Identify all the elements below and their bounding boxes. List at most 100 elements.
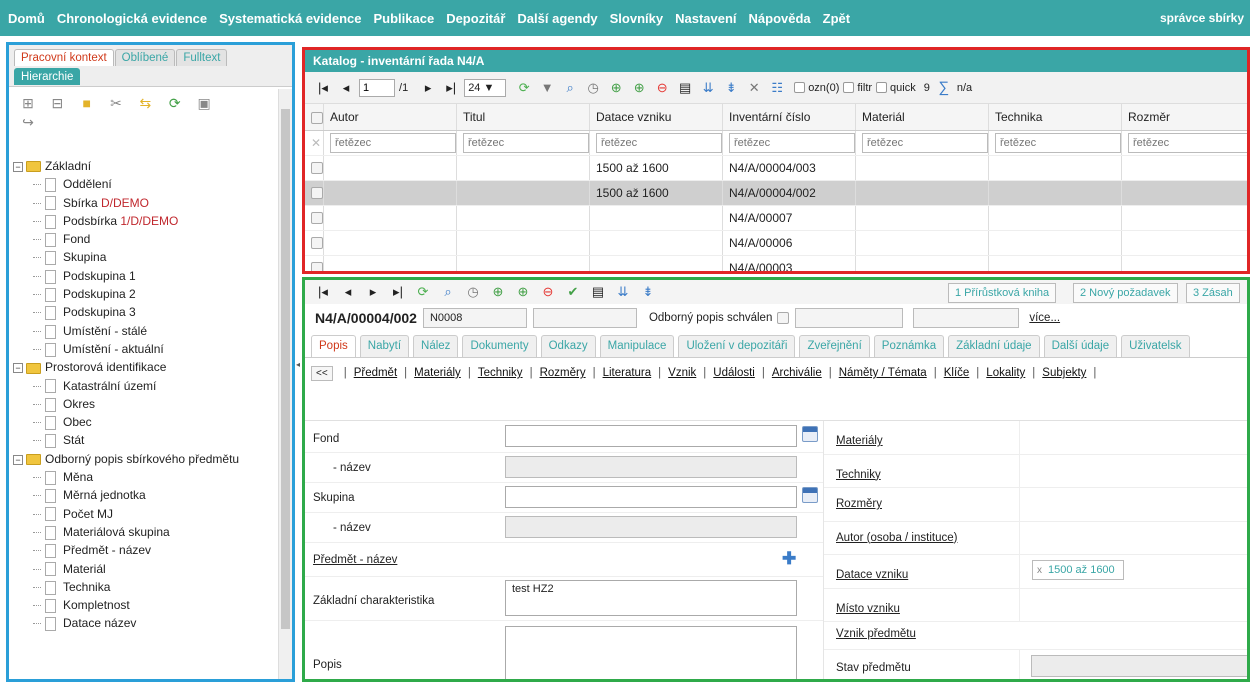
section-link[interactable]: Vznik <box>668 367 696 379</box>
skupina-input[interactable] <box>505 486 797 508</box>
prev-page-icon[interactable]: ◂ <box>336 80 356 96</box>
section-link[interactable]: Techniky <box>478 367 523 379</box>
filter-titul[interactable] <box>463 132 589 153</box>
fond-picker-icon[interactable] <box>802 426 818 442</box>
page-input[interactable] <box>359 78 395 97</box>
tree-group[interactable]: − Odborný popis sbírkového předmětu <box>9 450 279 468</box>
tree-item[interactable]: Podskupina 2 <box>9 285 279 303</box>
datace-link[interactable]: Datace vzniku <box>836 569 908 581</box>
detail-tab[interactable]: Dokumenty <box>462 335 537 357</box>
table-cell[interactable] <box>1121 255 1247 271</box>
sort-alt-icon[interactable]: ⇟ <box>721 80 741 96</box>
tree-group[interactable]: − Prostorová identifikace <box>9 358 279 376</box>
section-link[interactable]: Materiály <box>414 367 461 379</box>
first-record-icon[interactable]: |◂ <box>313 284 333 300</box>
tree-item[interactable]: Umístění - stálé <box>9 322 279 340</box>
zasah-button[interactable]: 3 Zásah <box>1186 283 1240 303</box>
ozn-checkbox[interactable] <box>794 82 806 93</box>
more-link[interactable]: více... <box>1029 312 1060 324</box>
table-cell[interactable] <box>456 255 590 271</box>
table-cell[interactable] <box>323 155 457 181</box>
tree-item[interactable]: Skupina <box>9 248 279 266</box>
table-row[interactable]: N4/A/00006 <box>305 230 1247 256</box>
rozmery-link[interactable]: Rozměry <box>836 498 882 510</box>
table-row[interactable]: 1500 až 1600 N4/A/00004/002 <box>305 180 1247 206</box>
tree-item[interactable]: Měna <box>9 468 279 486</box>
section-link[interactable]: Předmět <box>354 367 397 379</box>
row-checkbox[interactable] <box>305 255 324 271</box>
save-icon[interactable]: ▣ <box>193 94 215 113</box>
detail-tab[interactable]: Další údaje <box>1043 335 1118 357</box>
table-cell[interactable] <box>988 180 1122 206</box>
menu-napoveda[interactable]: Nápověda <box>749 11 811 26</box>
menu-slovniky[interactable]: Slovníky <box>610 11 663 26</box>
tab-fulltext[interactable]: Fulltext <box>176 49 228 66</box>
tree-item[interactable]: Okres <box>9 395 279 413</box>
tree-item[interactable]: Materiálová skupina <box>9 523 279 541</box>
detail-tab[interactable]: Popis <box>311 335 356 357</box>
detail-tab[interactable]: Odkazy <box>540 335 596 357</box>
tree-item[interactable]: Obec <box>9 413 279 431</box>
datace-tag[interactable]: x 1500 až 1600 <box>1032 560 1124 580</box>
row-checkbox[interactable] <box>305 155 324 181</box>
tree-item[interactable]: Počet MJ <box>9 505 279 523</box>
first-page-icon[interactable]: |◂ <box>313 80 333 96</box>
filter-autor[interactable] <box>330 132 456 153</box>
user-name[interactable]: správce sbírky <box>1160 11 1244 25</box>
table-cell[interactable] <box>988 230 1122 256</box>
print-icon[interactable]: ▤ <box>588 284 608 300</box>
sort-alt-icon[interactable]: ⇟ <box>638 284 658 300</box>
collapse-icon[interactable]: − <box>13 363 23 374</box>
last-page-icon[interactable]: ▸| <box>441 80 461 96</box>
table-cell[interactable]: N4/A/00004/002 <box>722 180 856 206</box>
filter-technika[interactable] <box>995 132 1121 153</box>
add-predmet-icon[interactable]: ✚ <box>782 549 796 569</box>
menu-nastaveni[interactable]: Nastavení <box>675 11 736 26</box>
table-cell[interactable] <box>1121 205 1247 231</box>
next-page-icon[interactable]: ▸ <box>418 80 438 96</box>
table-cell[interactable] <box>988 155 1122 181</box>
table-cell[interactable] <box>589 230 723 256</box>
menu-zpet[interactable]: Zpět <box>823 11 850 26</box>
tree-item[interactable]: Stát <box>9 431 279 449</box>
table-cell[interactable]: 1500 až 1600 <box>589 155 723 181</box>
print-icon[interactable]: ▤ <box>675 80 695 96</box>
folder-icon[interactable]: ■ <box>76 94 98 113</box>
column-header-technika[interactable]: Technika <box>988 104 1122 131</box>
skupina-picker-icon[interactable] <box>802 487 818 503</box>
table-cell[interactable] <box>323 255 457 271</box>
splitter-handle-icon[interactable]: ◂ <box>296 360 301 374</box>
table-row[interactable]: 1500 až 1600 N4/A/00004/003 <box>305 155 1247 181</box>
table-cell[interactable] <box>323 230 457 256</box>
prirustkova-kniha-button[interactable]: 1 Přírůstková kniha <box>948 283 1057 303</box>
stav-input[interactable] <box>1031 655 1247 677</box>
tools-icon[interactable]: ✕ <box>744 80 764 96</box>
menu-depozitar[interactable]: Depozitář <box>446 11 505 26</box>
tree-item[interactable]: Podsbírka 1/D/DEMO <box>9 212 279 230</box>
detail-tab[interactable]: Manipulace <box>599 335 675 357</box>
tree-item[interactable]: Materiál <box>9 560 279 578</box>
menu-systematicka-evidence[interactable]: Systematická evidence <box>219 11 361 26</box>
last-record-icon[interactable]: ▸| <box>388 284 408 300</box>
row-checkbox[interactable] <box>305 205 324 231</box>
filter-inventarni-cislo[interactable] <box>729 132 855 153</box>
prev-record-icon[interactable]: ◂ <box>338 284 358 300</box>
table-cell[interactable] <box>323 180 457 206</box>
history-icon[interactable]: ◷ <box>583 80 603 96</box>
filter-datace[interactable] <box>596 132 722 153</box>
column-header-rozmer[interactable]: Rozměr <box>1121 104 1247 131</box>
menu-publikace[interactable]: Publikace <box>373 11 434 26</box>
menu-dalsi-agendy[interactable]: Další agendy <box>517 11 597 26</box>
detail-tab[interactable]: Nabytí <box>359 335 410 357</box>
menu-chronologicka-evidence[interactable]: Chronologická evidence <box>57 11 207 26</box>
table-cell[interactable] <box>855 230 989 256</box>
tab-hierarchie[interactable]: Hierarchie <box>14 68 81 85</box>
table-row[interactable]: N4/A/00007 <box>305 205 1247 231</box>
predmet-nazev-link[interactable]: Předmět - název <box>313 554 397 566</box>
column-header-autor[interactable]: Autor <box>323 104 457 131</box>
tree-item[interactable]: Podskupina 3 <box>9 303 279 321</box>
row-checkbox[interactable] <box>305 180 324 206</box>
materialy-link[interactable]: Materiály <box>836 435 883 447</box>
detail-tab[interactable]: Uživatelsk <box>1121 335 1190 357</box>
table-cell[interactable] <box>855 255 989 271</box>
